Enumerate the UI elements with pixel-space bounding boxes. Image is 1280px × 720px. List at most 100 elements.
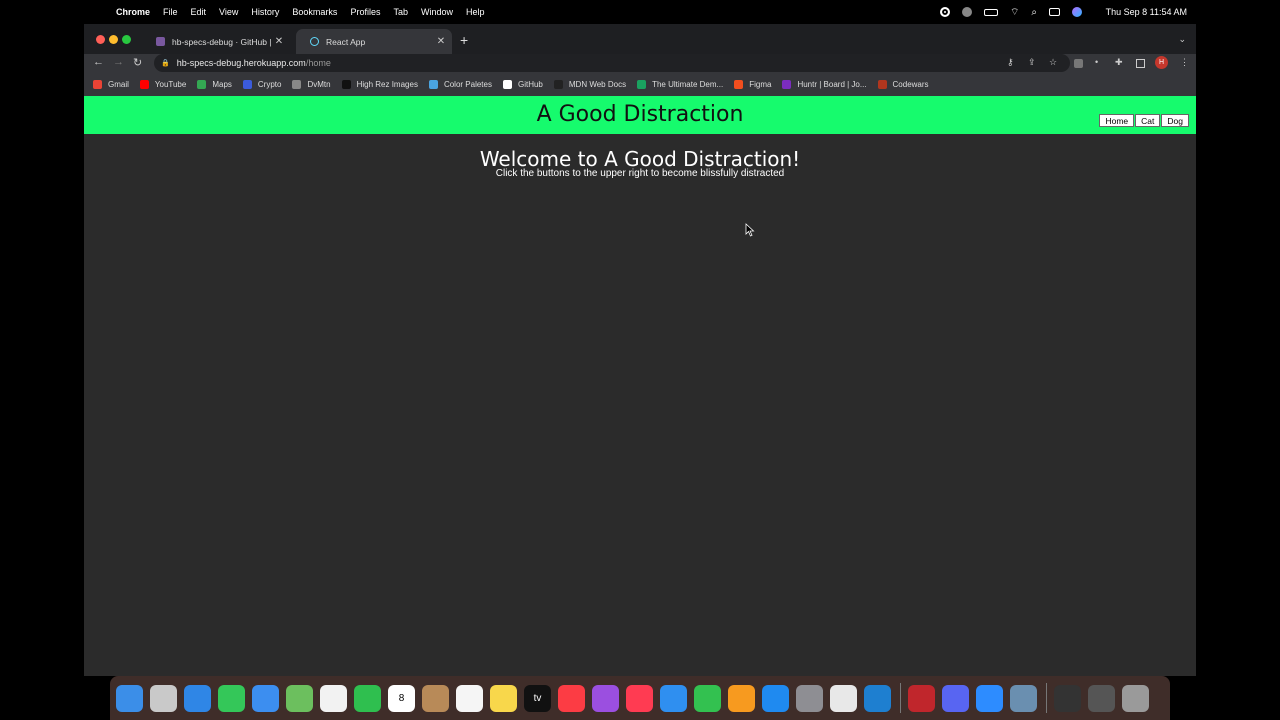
profile-avatar[interactable]: H <box>1155 56 1168 69</box>
chrome-icon[interactable] <box>830 684 857 712</box>
more-menu-icon[interactable]: ⋮ <box>1180 57 1189 68</box>
menu-file[interactable]: File <box>163 7 178 17</box>
home-button[interactable]: Home <box>1099 114 1135 127</box>
bookmark-github[interactable]: GitHub <box>502 79 543 89</box>
screen-recorder-icon[interactable] <box>908 684 935 712</box>
menu-view[interactable]: View <box>219 7 238 17</box>
close-tab-icon[interactable]: ✕ <box>272 36 286 47</box>
record-icon[interactable] <box>939 7 950 17</box>
menu-app-name[interactable]: Chrome <box>116 7 150 17</box>
share-icon[interactable]: ⇪ <box>1028 57 1036 68</box>
pages-icon[interactable] <box>728 684 755 712</box>
bookmark-figma[interactable]: Figma <box>734 79 771 89</box>
bookmark-dvmtn[interactable]: DvMtn <box>292 79 331 89</box>
reload-icon[interactable]: ↻ <box>133 56 142 69</box>
menu-profiles[interactable]: Profiles <box>350 7 380 17</box>
forward-icon[interactable]: → <box>113 56 124 68</box>
zoom-window-button[interactable] <box>122 35 131 44</box>
bookmark-label: Gmail <box>108 79 129 89</box>
chrome-window: hb-specs-debug · GitHub | He ✕ React App… <box>84 24 1196 676</box>
bookmark-codewars[interactable]: Codewars <box>877 79 929 89</box>
dog-button[interactable]: Dog <box>1161 114 1189 127</box>
side-panel-icon[interactable] <box>1136 59 1145 68</box>
numbers-icon[interactable] <box>694 684 721 712</box>
close-tab-icon[interactable]: ✕ <box>434 36 448 47</box>
messages-icon[interactable] <box>218 684 245 712</box>
bookmark-label: High Rez Images <box>356 79 418 89</box>
address-bar[interactable]: 🔒 hb-specs-debug.herokuapp.com/home <box>154 54 1070 72</box>
zoom-icon[interactable] <box>976 684 1003 712</box>
downloads-icon[interactable] <box>1054 684 1081 712</box>
launchpad-icon[interactable] <box>150 684 177 712</box>
podcasts-icon[interactable] <box>592 684 619 712</box>
quicktime-icon[interactable] <box>1010 684 1037 712</box>
news-icon[interactable] <box>626 684 653 712</box>
mail-icon[interactable] <box>252 684 279 712</box>
menu-history[interactable]: History <box>251 7 279 17</box>
bookmark-high-rez-images[interactable]: High Rez Images <box>341 79 418 89</box>
bookmark-star-icon[interactable]: ☆ <box>1049 57 1057 68</box>
finder-icon[interactable] <box>116 684 143 712</box>
minimize-window-button[interactable] <box>109 35 118 44</box>
window-thumbnail-icon[interactable] <box>1088 684 1115 712</box>
bookmarks-bar: Gmail YouTube Maps Crypto DvMtn High Rez Imag… <box>84 72 1196 96</box>
bookmark-favicon-icon <box>877 79 887 89</box>
app-store-icon[interactable] <box>762 684 789 712</box>
control-center-icon[interactable] <box>1049 8 1060 16</box>
bookmark-favicon-icon <box>734 79 744 89</box>
menu-window[interactable]: Window <box>421 7 453 17</box>
bookmark-mdn-web-docs[interactable]: MDN Web Docs <box>553 79 627 89</box>
extension-icon[interactable] <box>1074 59 1083 68</box>
tab-react-app[interactable]: React App ✕ <box>296 29 452 54</box>
menu-bookmarks[interactable]: Bookmarks <box>292 7 337 17</box>
bookmark-maps[interactable]: Maps <box>197 79 232 89</box>
reminders-icon[interactable] <box>456 684 483 712</box>
close-window-button[interactable] <box>96 35 105 44</box>
bookmark-color-paletes[interactable]: Color Paletes <box>428 79 492 89</box>
safari-icon[interactable] <box>184 684 211 712</box>
menu-help[interactable]: Help <box>466 7 485 17</box>
tv-icon[interactable]: tv <box>524 684 551 712</box>
spotlight-search-icon[interactable]: ⌕ <box>1031 7 1037 18</box>
new-tab-icon[interactable]: + <box>460 32 468 48</box>
bookmark-gmail[interactable]: Gmail <box>93 79 129 89</box>
bookmark-huntr-board-jo[interactable]: Huntr | Board | Jo... <box>782 79 867 89</box>
bookmark-label: DvMtn <box>307 79 331 89</box>
system-preferences-icon[interactable] <box>796 684 823 712</box>
contacts-icon[interactable] <box>422 684 449 712</box>
battery-icon[interactable] <box>983 8 998 16</box>
notes-icon[interactable] <box>490 684 517 712</box>
bookmark-crypto[interactable]: Crypto <box>242 79 281 89</box>
trash-icon[interactable] <box>1122 684 1149 712</box>
music-icon[interactable] <box>558 684 585 712</box>
siri-icon[interactable] <box>1072 7 1082 17</box>
calendar-icon[interactable]: 8 <box>388 684 415 712</box>
back-icon[interactable]: ← <box>93 56 104 68</box>
discord-icon[interactable] <box>942 684 969 712</box>
chevron-down-icon[interactable]: ⌄ <box>1178 34 1186 45</box>
photos-icon[interactable] <box>320 684 347 712</box>
lock-icon[interactable]: 🔒 <box>161 59 170 67</box>
menu-edit[interactable]: Edit <box>191 7 207 17</box>
tab-title: hb-specs-debug · GitHub | He <box>172 36 272 47</box>
puzzle-extensions-icon[interactable]: ✚ <box>1115 57 1123 68</box>
wifi-icon[interactable]: ⌔ <box>1010 6 1019 19</box>
tab-github[interactable]: hb-specs-debug · GitHub | He ✕ <box>142 29 290 54</box>
maps-icon[interactable] <box>286 684 313 712</box>
macos-menu-bar: Chrome File Edit View History Bookmarks … <box>0 0 1280 24</box>
keynote-icon[interactable] <box>660 684 687 712</box>
menu-clock[interactable]: Thu Sep 8 11:54 AM <box>1106 7 1187 17</box>
facetime-icon[interactable] <box>354 684 381 712</box>
bookmark-favicon-icon <box>139 79 149 89</box>
vscode-icon[interactable] <box>864 684 891 712</box>
tab-strip: hb-specs-debug · GitHub | He ✕ React App… <box>84 24 1196 54</box>
menu-tab[interactable]: Tab <box>393 7 408 17</box>
bookmark-the-ultimate-dem[interactable]: The Ultimate Dem... <box>637 79 723 89</box>
tab-title: React App <box>326 36 366 47</box>
bookmark-label: MDN Web Docs <box>568 79 627 89</box>
bookmark-youtube[interactable]: YouTube <box>139 79 186 89</box>
key-icon[interactable]: ⚷ <box>1007 57 1014 68</box>
cat-button[interactable]: Cat <box>1135 114 1161 127</box>
microphone-icon[interactable]: • <box>1095 57 1098 67</box>
airplay-icon[interactable] <box>961 7 972 17</box>
